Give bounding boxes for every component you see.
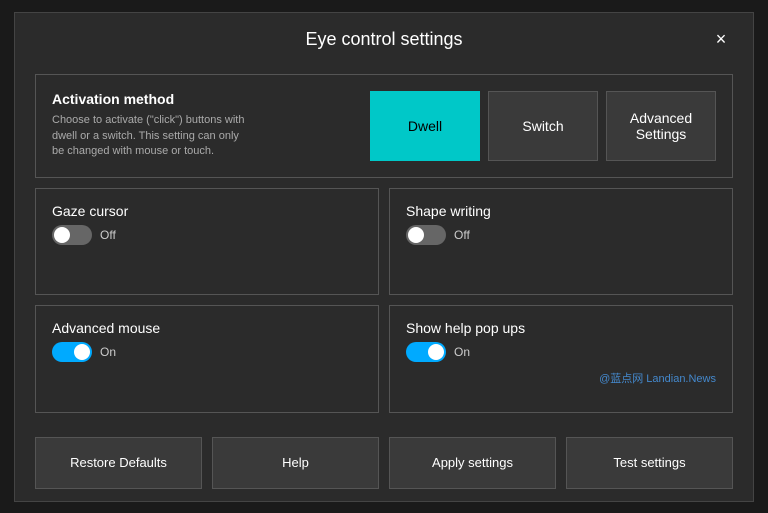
- activation-label: Activation method Choose to activate ("c…: [52, 91, 252, 159]
- eye-control-dialog: Eye control settings × Activation method…: [14, 12, 754, 502]
- shape-writing-toggle[interactable]: [406, 225, 446, 245]
- bottom-bar: Restore Defaults Help Apply settings Tes…: [15, 425, 753, 501]
- advanced-mouse-title: Advanced mouse: [52, 320, 362, 336]
- advanced-mouse-state: On: [100, 345, 116, 359]
- shape-writing-state: Off: [454, 228, 470, 242]
- test-settings-button[interactable]: Test settings: [566, 437, 733, 489]
- show-help-state: On: [454, 345, 470, 359]
- dialog-header: Eye control settings ×: [15, 13, 753, 66]
- shape-writing-title: Shape writing: [406, 203, 716, 219]
- show-help-toggle-row: On: [406, 342, 716, 362]
- switch-button[interactable]: Switch: [488, 91, 598, 161]
- advanced-mouse-toggle-row: On: [52, 342, 362, 362]
- dialog-title: Eye control settings: [305, 29, 462, 50]
- activation-heading: Activation method: [52, 91, 252, 107]
- activation-buttons: Dwell Switch Advanced Settings: [272, 91, 716, 161]
- shape-writing-card: Shape writing Off: [389, 188, 733, 296]
- gaze-cursor-toggle-row: Off: [52, 225, 362, 245]
- help-button[interactable]: Help: [212, 437, 379, 489]
- show-help-card: Show help pop ups On @蓝点网 Landian.News: [389, 305, 733, 413]
- close-button[interactable]: ×: [705, 23, 737, 55]
- gaze-cursor-card: Gaze cursor Off: [35, 188, 379, 296]
- advanced-settings-button[interactable]: Advanced Settings: [606, 91, 716, 161]
- shape-writing-toggle-row: Off: [406, 225, 716, 245]
- activation-description: Choose to activate ("click") buttons wit…: [52, 113, 252, 159]
- dialog-content: Activation method Choose to activate ("c…: [15, 66, 753, 425]
- restore-defaults-button[interactable]: Restore Defaults: [35, 437, 202, 489]
- show-help-toggle[interactable]: [406, 342, 446, 362]
- advanced-mouse-card: Advanced mouse On: [35, 305, 379, 413]
- dwell-button[interactable]: Dwell: [370, 91, 480, 161]
- advanced-mouse-toggle[interactable]: [52, 342, 92, 362]
- activation-section: Activation method Choose to activate ("c…: [35, 74, 733, 178]
- watermark: @蓝点网 Landian.News: [406, 370, 716, 386]
- apply-settings-button[interactable]: Apply settings: [389, 437, 556, 489]
- show-help-title: Show help pop ups: [406, 320, 716, 336]
- gaze-cursor-title: Gaze cursor: [52, 203, 362, 219]
- gaze-cursor-state: Off: [100, 228, 116, 242]
- toggles-grid: Gaze cursor Off Shape writing Off Advanc…: [35, 188, 733, 413]
- gaze-cursor-toggle[interactable]: [52, 225, 92, 245]
